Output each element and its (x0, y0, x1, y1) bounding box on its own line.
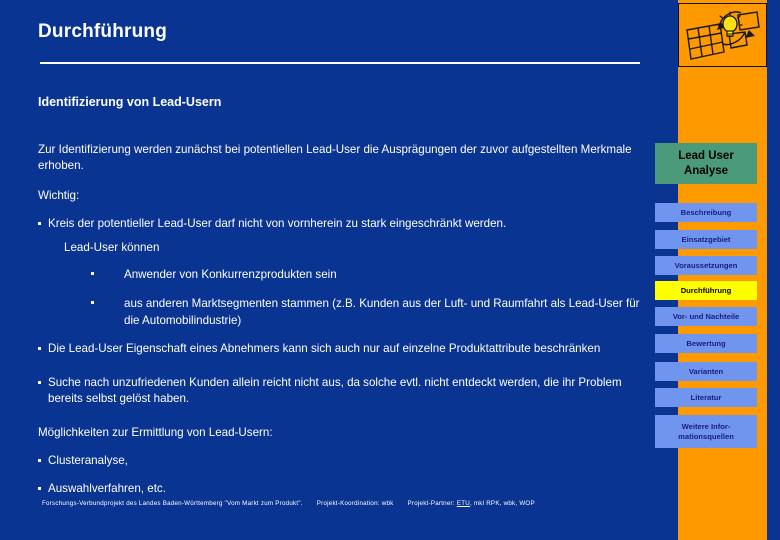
note-label: Wichtig: (38, 189, 80, 202)
title-divider (40, 62, 640, 64)
sidebar-item-durchfuehrung[interactable]: Durchführung (655, 281, 757, 300)
sidebar-item-varianten[interactable]: Varianten (655, 362, 757, 381)
sidebar-header: Lead User Analyse (655, 143, 757, 184)
sidebar-item-weitere-informationsquellen[interactable]: Weitere Infor- mationsquellen (655, 415, 757, 448)
presentation-slide: Durchführung Identifizierung von Lead-Us… (0, 0, 780, 540)
body-text-block: Zur Identifizierung werden zunächst bei … (38, 142, 654, 502)
slide-content-area: Durchführung Identifizierung von Lead-Us… (0, 0, 658, 540)
methods-item-2: Auswahlverfahren, etc. (38, 481, 654, 497)
sidebar-item-literatur[interactable]: Literatur (655, 388, 757, 407)
bullet-item-1: Kreis der potentieller Lead-User darf ni… (38, 216, 654, 232)
footer-partners: Projekt-Partner: ETU, mkl RPK, wbk, WOP (408, 500, 535, 507)
footer: Forschungs-Verbundprojekt des Landes Bad… (42, 500, 642, 507)
sub-bullet-item-1: Anwender von Konkurrenzprodukten sein (38, 266, 654, 283)
sub-bullet-item-2: aus anderen Marktsegmenten stammen (z.B.… (38, 295, 654, 329)
methods-item-1: Clusteranalyse, (38, 453, 654, 469)
page-title: Durchführung (38, 21, 168, 42)
sidebar-navigation: Lead User Analyse Beschreibung Einsatzge… (655, 0, 767, 540)
footer-coordination: Projekt-Koordination: wbk (316, 500, 394, 507)
sidebar-item-vor-und-nachteile[interactable]: Vor- und Nachteile (655, 307, 757, 326)
sidebar-header-line1: Lead User (678, 149, 734, 162)
footer-partners-prefix: Projekt-Partner: (407, 500, 455, 507)
sidebar-header-line2: Analyse (683, 164, 729, 177)
footer-partners-rest: , mkl RPK, wbk, WOP (469, 500, 535, 507)
sidebar-item-beschreibung[interactable]: Beschreibung (655, 203, 757, 222)
methods-label: Möglichkeiten zur Ermittlung von Lead-Us… (38, 426, 273, 439)
intro-paragraph: Zur Identifizierung werden zunächst bei … (38, 143, 632, 172)
footer-partner-link[interactable]: ETU (457, 500, 470, 507)
section-heading: Identifizierung von Lead-Usern (38, 95, 222, 109)
bullet-item-2: Die Lead-User Eigenschaft eines Abnehmer… (38, 341, 654, 357)
bullet-item-3: Suche nach unzufriedenen Kunden allein r… (38, 375, 654, 407)
sidebar-item-einsatzgebiet[interactable]: Einsatzgebiet (655, 230, 757, 249)
sidebar-item-bewertung[interactable]: Bewertung (655, 334, 757, 353)
footer-project: Forschungs-Verbundprojekt des Landes Bad… (42, 500, 303, 507)
sidebar-item-voraussetzungen[interactable]: Voraussetzungen (655, 256, 757, 275)
bullet-subheading: Lead-User können (64, 241, 160, 254)
